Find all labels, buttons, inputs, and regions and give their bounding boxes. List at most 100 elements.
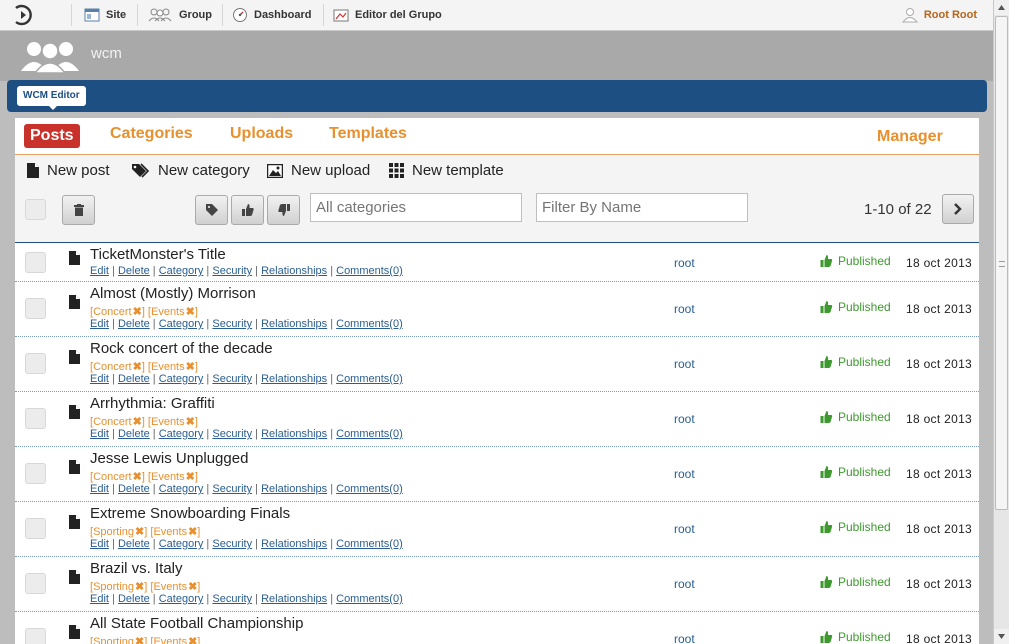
- post-link-comments[interactable]: Comments(0): [336, 373, 403, 385]
- post-link-delete[interactable]: Delete: [118, 483, 150, 495]
- post-link-comments[interactable]: Comments(0): [336, 265, 403, 277]
- new-category-button[interactable]: New category: [132, 162, 250, 179]
- post-link-category[interactable]: Category: [159, 483, 204, 495]
- post-link-category[interactable]: Category: [159, 318, 204, 330]
- post-link-relationships[interactable]: Relationships: [261, 318, 327, 330]
- post-link-edit[interactable]: Edit: [90, 593, 109, 605]
- post-link-security[interactable]: Security: [212, 483, 252, 495]
- category-tag[interactable]: Events: [151, 416, 185, 428]
- post-link-relationships[interactable]: Relationships: [261, 373, 327, 385]
- tag-button[interactable]: [195, 195, 228, 225]
- post-link-edit[interactable]: Edit: [90, 318, 109, 330]
- remove-category-icon[interactable]: ✖: [135, 636, 144, 644]
- row-checkbox[interactable]: [25, 252, 46, 273]
- post-link-edit[interactable]: Edit: [90, 265, 109, 277]
- post-link-relationships[interactable]: Relationships: [261, 538, 327, 550]
- post-title[interactable]: Brazil vs. Italy: [90, 560, 183, 577]
- post-author[interactable]: root: [674, 577, 695, 591]
- category-tag[interactable]: Events: [151, 471, 185, 483]
- remove-category-icon[interactable]: ✖: [135, 581, 144, 593]
- remove-category-icon[interactable]: ✖: [188, 581, 197, 593]
- remove-category-icon[interactable]: ✖: [133, 416, 142, 428]
- remove-category-icon[interactable]: ✖: [186, 306, 195, 318]
- category-tag[interactable]: Concert: [93, 361, 132, 373]
- post-link-edit[interactable]: Edit: [90, 428, 109, 440]
- remove-category-icon[interactable]: ✖: [133, 361, 142, 373]
- category-filter-input[interactable]: [310, 193, 522, 222]
- row-checkbox[interactable]: [25, 353, 46, 374]
- post-link-comments[interactable]: Comments(0): [336, 318, 403, 330]
- row-checkbox[interactable]: [25, 463, 46, 484]
- post-link-comments[interactable]: Comments(0): [336, 593, 403, 605]
- liferay-logo-icon[interactable]: [12, 4, 36, 26]
- post-link-category[interactable]: Category: [159, 373, 204, 385]
- post-link-delete[interactable]: Delete: [118, 538, 150, 550]
- page-scrollbar[interactable]: [993, 0, 1009, 644]
- row-checkbox[interactable]: [25, 573, 46, 594]
- tab-uploads[interactable]: Uploads: [230, 125, 293, 143]
- post-link-category[interactable]: Category: [159, 265, 204, 277]
- post-link-comments[interactable]: Comments(0): [336, 428, 403, 440]
- post-link-security[interactable]: Security: [212, 318, 252, 330]
- category-tag[interactable]: Sporting: [93, 526, 134, 538]
- new-template-button[interactable]: New template: [389, 162, 504, 179]
- post-link-security[interactable]: Security: [212, 428, 252, 440]
- post-link-delete[interactable]: Delete: [118, 373, 150, 385]
- post-author[interactable]: root: [674, 256, 695, 270]
- post-title[interactable]: Extreme Snowboarding Finals: [90, 505, 290, 522]
- post-title[interactable]: Arrhythmia: Graffiti: [90, 395, 215, 412]
- category-tag[interactable]: Events: [153, 636, 187, 644]
- post-link-security[interactable]: Security: [212, 373, 252, 385]
- post-title[interactable]: Rock concert of the decade: [90, 340, 273, 357]
- remove-category-icon[interactable]: ✖: [186, 361, 195, 373]
- select-all-checkbox[interactable]: [25, 199, 46, 220]
- category-tag[interactable]: Concert: [93, 471, 132, 483]
- remove-category-icon[interactable]: ✖: [186, 416, 195, 428]
- post-title[interactable]: Almost (Mostly) Morrison: [90, 285, 256, 302]
- category-tag[interactable]: Concert: [93, 306, 132, 318]
- post-link-delete[interactable]: Delete: [118, 318, 150, 330]
- remove-category-icon[interactable]: ✖: [133, 306, 142, 318]
- nav-group[interactable]: Group: [147, 0, 212, 30]
- row-checkbox[interactable]: [25, 298, 46, 319]
- remove-category-icon[interactable]: ✖: [188, 636, 197, 644]
- new-post-button[interactable]: New post: [27, 162, 110, 179]
- unpublish-button[interactable]: [267, 195, 300, 225]
- post-title[interactable]: All State Football Championship: [90, 615, 303, 632]
- post-link-security[interactable]: Security: [212, 593, 252, 605]
- post-link-relationships[interactable]: Relationships: [261, 593, 327, 605]
- post-link-edit[interactable]: Edit: [90, 373, 109, 385]
- post-link-comments[interactable]: Comments(0): [336, 538, 403, 550]
- scroll-thumb[interactable]: [995, 16, 1008, 510]
- post-link-category[interactable]: Category: [159, 428, 204, 440]
- category-tag[interactable]: Events: [151, 306, 185, 318]
- post-link-delete[interactable]: Delete: [118, 593, 150, 605]
- post-author[interactable]: root: [674, 467, 695, 481]
- row-checkbox[interactable]: [25, 408, 46, 429]
- post-author[interactable]: root: [674, 412, 695, 426]
- post-link-relationships[interactable]: Relationships: [261, 483, 327, 495]
- post-author[interactable]: root: [674, 357, 695, 371]
- tab-categories[interactable]: Categories: [110, 125, 193, 143]
- post-link-category[interactable]: Category: [159, 593, 204, 605]
- post-link-delete[interactable]: Delete: [118, 428, 150, 440]
- next-page-button[interactable]: [942, 194, 974, 224]
- post-link-comments[interactable]: Comments(0): [336, 483, 403, 495]
- category-tag[interactable]: Sporting: [93, 581, 134, 593]
- category-tag[interactable]: Events: [153, 581, 187, 593]
- user-menu[interactable]: Root Root: [901, 0, 977, 30]
- nav-site[interactable]: Site: [84, 0, 126, 30]
- scroll-up-button[interactable]: [994, 0, 1009, 15]
- post-title[interactable]: TicketMonster's Title: [90, 246, 226, 263]
- row-checkbox[interactable]: [25, 628, 46, 644]
- category-tag[interactable]: Events: [153, 526, 187, 538]
- publish-button[interactable]: [231, 195, 264, 225]
- post-link-edit[interactable]: Edit: [90, 538, 109, 550]
- post-author[interactable]: root: [674, 522, 695, 536]
- post-author[interactable]: root: [674, 632, 695, 644]
- nav-dashboard[interactable]: Dashboard: [232, 0, 311, 30]
- post-link-relationships[interactable]: Relationships: [261, 265, 327, 277]
- tab-manager[interactable]: Manager: [877, 128, 943, 146]
- category-tag[interactable]: Events: [151, 361, 185, 373]
- category-tag[interactable]: Concert: [93, 416, 132, 428]
